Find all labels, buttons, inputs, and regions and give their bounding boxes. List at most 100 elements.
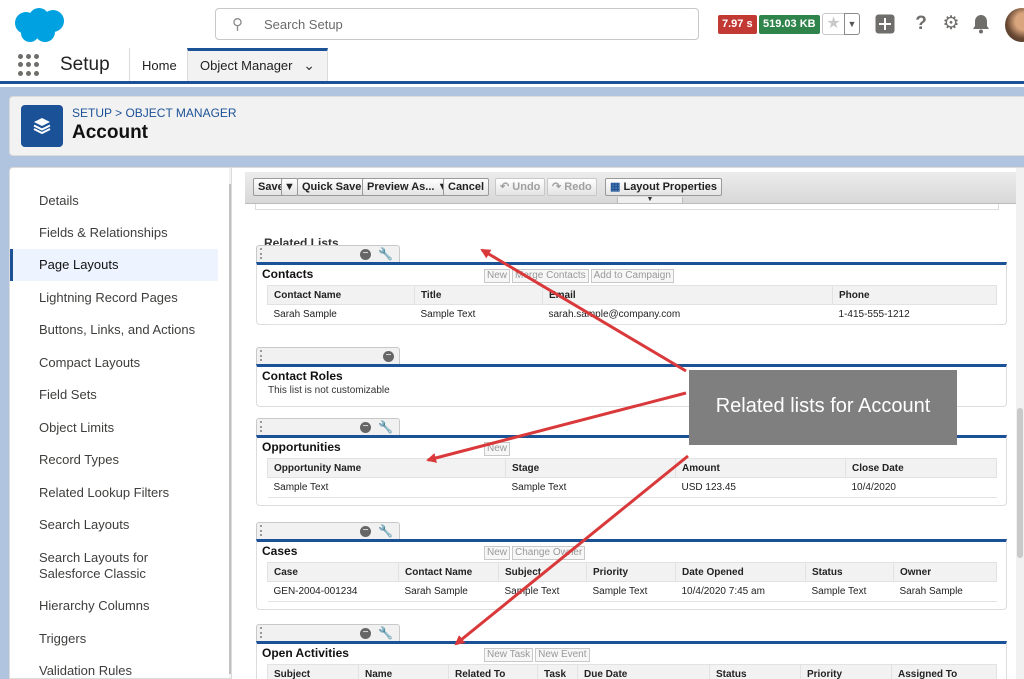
column-header: Assigned To	[891, 664, 997, 679]
remove-icon[interactable]: −	[360, 628, 371, 639]
remove-icon[interactable]: −	[360, 526, 371, 537]
new-button[interactable]: New	[484, 269, 511, 283]
related-list-open-activities[interactable]: − 🔧 Open Activities New Task New Event Sub…	[256, 624, 1007, 679]
column-header: Related To	[448, 664, 538, 679]
object-manager-sidebar: Details Fields & Relationships Page Layo…	[9, 167, 232, 679]
column-header: Subject	[498, 562, 587, 582]
column-header: Title	[414, 285, 543, 305]
drag-handle[interactable]: − 🔧	[256, 522, 400, 539]
add-icon[interactable]	[873, 12, 897, 36]
column-header: Amount	[675, 458, 846, 478]
chevron-down-icon[interactable]: ⌄	[303, 57, 315, 74]
column-header: Subject	[267, 664, 359, 679]
table-cell: 1-415-555-1212	[832, 304, 997, 325]
remove-icon[interactable]: −	[360, 249, 371, 260]
sidebar-item-fields-relationships[interactable]: Fields & Relationships	[10, 225, 218, 241]
star-icon[interactable]: ★	[822, 13, 844, 35]
drag-handle[interactable]: − 🔧	[256, 418, 400, 435]
sidebar-item-compact-layouts[interactable]: Compact Layouts	[10, 355, 218, 371]
tab-home[interactable]: Home	[129, 48, 187, 81]
tab-object-manager[interactable]: Object Manager ⌄	[187, 48, 328, 81]
avatar[interactable]	[1005, 8, 1024, 42]
drag-handle[interactable]: −	[256, 347, 400, 364]
sidebar-item-lightning-record-pages[interactable]: Lightning Record Pages	[10, 290, 218, 306]
wrench-icon[interactable]: 🔧	[378, 524, 393, 538]
breadcrumb[interactable]: SETUP > OBJECT MANAGER	[72, 106, 237, 120]
search-icon: ⚲	[232, 16, 243, 33]
merge-contacts-button[interactable]: Merge Contacts	[512, 269, 589, 283]
sidebar-item-buttons-links-actions[interactable]: Buttons, Links, and Actions	[10, 322, 218, 338]
bell-icon[interactable]	[969, 12, 993, 36]
sidebar-item-search-layouts[interactable]: Search Layouts	[10, 517, 218, 533]
sidebar-item-hierarchy-columns[interactable]: Hierarchy Columns	[10, 598, 218, 614]
sidebar-item-label: Object Limits	[39, 420, 115, 435]
new-task-button[interactable]: New Task	[484, 648, 534, 662]
cancel-button[interactable]: Cancel	[443, 178, 490, 196]
related-list-cases[interactable]: − 🔧 Cases New Change Owner Case Contact Nam…	[256, 522, 1007, 610]
sidebar-item-label: Hierarchy Columns	[39, 598, 150, 613]
sidebar-item-record-types[interactable]: Record Types	[10, 452, 218, 468]
undo-button[interactable]: ↶ Undo	[495, 178, 546, 196]
help-icon[interactable]: ?	[909, 12, 933, 36]
table-cell: USD 123.45	[675, 477, 846, 498]
global-header: ⚲ Search Setup 7.97 s 519.03 KB ★ ▼ ? ⚙	[0, 0, 1024, 48]
salesforce-cloud-logo[interactable]	[10, 6, 68, 44]
new-button[interactable]: New	[484, 442, 511, 456]
gear-icon[interactable]: ⚙	[939, 12, 963, 36]
table-cell: Sarah Sample	[398, 581, 499, 602]
sidebar-item-label: Triggers	[39, 631, 87, 646]
layout-properties-button[interactable]: ▦ Layout Properties	[605, 178, 722, 196]
new-button[interactable]: New	[484, 546, 511, 560]
drag-handle[interactable]: − 🔧	[256, 245, 400, 262]
column-header: Status	[709, 664, 801, 679]
sidebar-item-label: Details	[39, 193, 79, 208]
sidebar-item-label: Buttons, Links, and Actions	[39, 322, 196, 337]
sidebar-item-validation-rules[interactable]: Validation Rules	[10, 663, 218, 678]
column-header: Date Opened	[675, 562, 806, 582]
related-list-name: Cases	[262, 544, 298, 558]
canvas-scroll-thumb[interactable]	[1017, 408, 1023, 558]
related-list-name: Opportunities	[262, 440, 341, 454]
chevron-down-icon[interactable]: ▼	[844, 13, 860, 35]
app-name: Setup	[60, 54, 110, 75]
sidebar-item-page-layouts[interactable]: Page Layouts	[10, 249, 218, 281]
layers-icon	[21, 105, 63, 147]
sidebar-item-triggers[interactable]: Triggers	[10, 631, 218, 647]
new-event-button[interactable]: New Event	[535, 648, 590, 662]
remove-icon[interactable]: −	[360, 422, 371, 433]
column-header: Close Date	[845, 458, 997, 478]
related-list-name: Contacts	[262, 267, 314, 281]
table-cell: Sample Text	[805, 581, 894, 602]
sidebar-item-label: Field Sets	[39, 387, 97, 402]
related-list-table: Contact Name Title Email Phone Sarah Sample…	[267, 285, 997, 325]
preview-as-button[interactable]: Preview As... ▼	[362, 178, 454, 196]
sidebar-item-field-sets[interactable]: Field Sets	[10, 387, 218, 403]
column-header: Opportunity Name	[267, 458, 506, 478]
table-cell: GEN-2004-001234	[267, 581, 399, 602]
sidebar-item-object-limits[interactable]: Object Limits	[10, 420, 218, 436]
wrench-icon[interactable]: 🔧	[378, 420, 393, 434]
table-cell: Sample Text	[498, 581, 587, 602]
drag-handle[interactable]: − 🔧	[256, 624, 400, 641]
save-menu-chevron[interactable]: ▼	[281, 178, 298, 196]
wrench-icon[interactable]: 🔧	[378, 626, 393, 640]
column-header: Contact Name	[267, 285, 415, 305]
app-launcher-icon[interactable]	[18, 54, 40, 76]
related-list-contacts[interactable]: − 🔧 Contacts New Merge Contacts Add to Camp…	[256, 245, 1007, 325]
palette-toggle-handle[interactable]: ▼	[617, 196, 683, 204]
search-input[interactable]: ⚲ Search Setup	[215, 8, 699, 40]
canvas-scrollbar[interactable]	[1016, 168, 1024, 679]
redo-button[interactable]: ↷ Redo	[547, 178, 597, 196]
wrench-icon[interactable]: 🔧	[378, 247, 393, 261]
sidebar-item-search-layouts-classic[interactable]: Search Layouts for Salesforce Classic	[10, 550, 200, 582]
add-to-campaign-button[interactable]: Add to Campaign	[590, 269, 674, 283]
sidebar-item-related-lookup-filters[interactable]: Related Lookup Filters	[10, 485, 218, 501]
quick-save-button[interactable]: Quick Save	[297, 178, 367, 196]
change-owner-button[interactable]: Change Owner	[512, 546, 586, 560]
sidebar-item-details[interactable]: Details	[10, 193, 218, 209]
sidebar-item-label: Validation Rules	[39, 663, 132, 678]
table-row: GEN-2004-001234 Sarah Sample Sample Text Sa…	[267, 581, 997, 602]
column-header: Name	[358, 664, 449, 679]
remove-icon[interactable]: −	[383, 351, 394, 362]
table-cell: 10/4/2020	[845, 477, 997, 498]
